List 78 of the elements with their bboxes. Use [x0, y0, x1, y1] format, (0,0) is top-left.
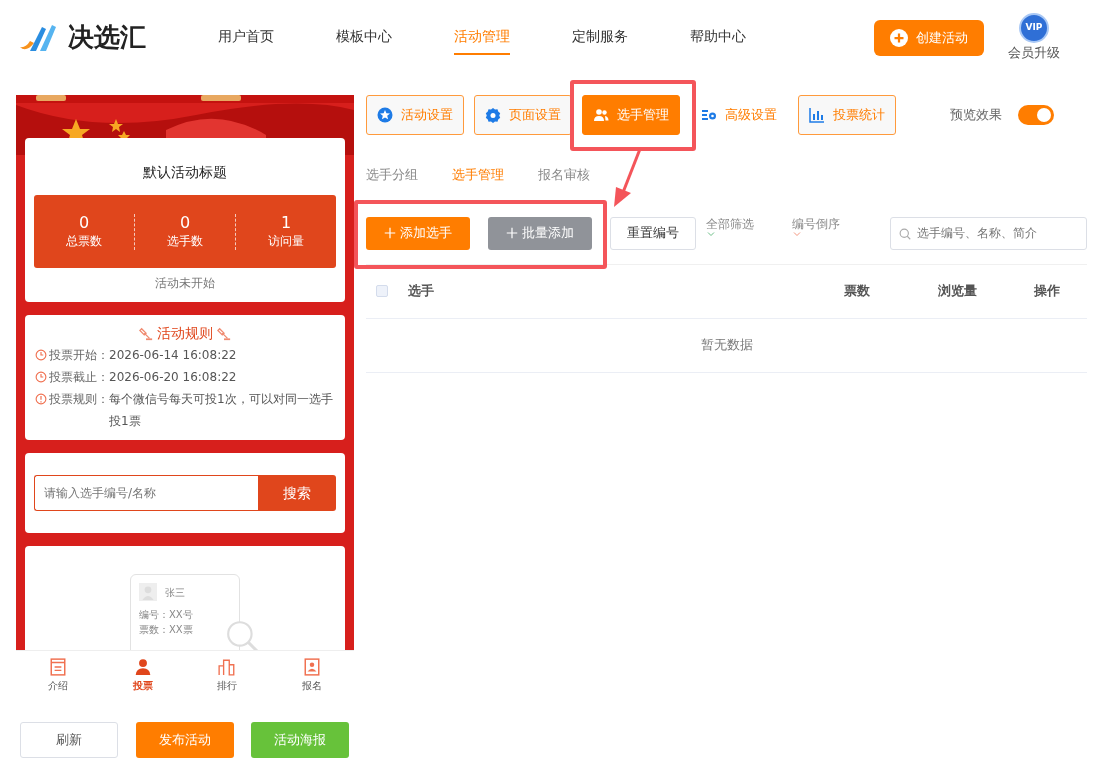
sub-tab[interactable]: 选手管理	[452, 165, 504, 185]
gavel-icon	[217, 326, 231, 341]
action-button[interactable]: 发布活动	[135, 722, 234, 758]
sub-tab[interactable]: 报名审核	[538, 165, 590, 185]
star-icon	[377, 107, 393, 123]
bottom-nav-item[interactable]: 介绍	[16, 658, 101, 693]
activity-title: 默认活动标题	[142, 163, 228, 182]
filter-dropdown[interactable]: 编号倒序	[792, 216, 840, 239]
settings-tab[interactable]: 活动设置	[366, 95, 464, 135]
stat-value: 1	[279, 213, 293, 232]
settings-tab[interactable]: 高级设置	[690, 95, 788, 135]
nav-link[interactable]: 活动管理	[454, 20, 510, 55]
bottom-nav-item[interactable]: 报名	[269, 658, 354, 693]
column-header: 操作	[1033, 282, 1061, 301]
add-button[interactable]: 添加选手	[366, 216, 470, 250]
rule-label: 投票截止：	[49, 369, 109, 386]
empty-row: 暂无数据	[366, 318, 1087, 373]
avatar-icon	[139, 583, 157, 601]
bottom-nav-item[interactable]: 排行	[185, 658, 270, 693]
plus-icon	[384, 227, 396, 239]
add-button[interactable]: 批量添加	[488, 216, 592, 250]
column-header: 票数	[843, 282, 871, 301]
stat-label: 总票数	[65, 232, 103, 250]
plus-icon	[890, 28, 908, 47]
nav-link[interactable]: 用户首页	[218, 20, 274, 55]
gear-icon	[485, 107, 501, 123]
nav-link[interactable]: 定制服务	[572, 20, 628, 55]
settings-icon	[701, 107, 717, 123]
column-header: 浏览量	[936, 282, 978, 301]
rule-value: 每个微信号每天可投1次，可以对同一选手投1票	[109, 391, 334, 430]
search-field[interactable]: 请输入选手编号/名称	[34, 475, 258, 511]
checkbox[interactable]	[376, 285, 388, 297]
column-header: 选手	[408, 282, 435, 301]
stat-label: 选手数	[166, 232, 204, 250]
alert-icon	[35, 393, 47, 405]
caret-icon	[706, 230, 716, 239]
sample-number: 编号：XX号	[139, 608, 194, 622]
toggle-label: 预览效果	[950, 106, 1002, 125]
users-icon	[593, 107, 609, 123]
sub-tab[interactable]: 选手分组	[366, 165, 418, 185]
filter-dropdown[interactable]: 全部筛选	[706, 216, 754, 239]
rule-value: 2026-06-20 16:08:22	[109, 369, 237, 386]
settings-tab[interactable]: 投票统计	[798, 95, 896, 135]
bar-chart-icon	[218, 658, 237, 676]
person-icon	[133, 658, 152, 676]
settings-tab[interactable]: 页面设置	[474, 95, 572, 135]
vip-badge[interactable]: VIP	[1019, 12, 1049, 43]
search-button[interactable]: 搜索	[258, 475, 336, 511]
search-icon	[899, 227, 911, 240]
clock-icon	[35, 371, 47, 383]
logo-text: 决选汇	[68, 21, 146, 54]
id-badge-icon	[302, 658, 321, 676]
rule-value: 2026-06-14 16:08:22	[109, 347, 237, 364]
bar-chart-icon	[809, 107, 825, 123]
plus-icon	[506, 227, 518, 239]
rules-title: 活动规则	[157, 324, 213, 343]
sample-votes: 票数：XX票	[139, 623, 194, 637]
rule-label: 投票开始：	[49, 347, 109, 364]
preview-toggle[interactable]	[1018, 105, 1054, 125]
clock-icon	[35, 349, 47, 361]
status-text: 活动未开始	[154, 275, 216, 292]
create-button[interactable]: 创建活动	[874, 19, 984, 56]
action-button[interactable]: 刷新	[20, 722, 118, 758]
vip-label[interactable]: 会员升级	[1008, 42, 1060, 63]
nav-link[interactable]: 帮助中心	[690, 20, 746, 55]
stat-label: 访问量	[267, 232, 305, 250]
bottom-nav-item[interactable]: 投票	[100, 658, 185, 693]
stat-value: 0	[77, 213, 91, 232]
action-button[interactable]: 活动海报	[251, 722, 349, 758]
settings-tab[interactable]: 选手管理	[582, 95, 680, 135]
rule-label: 投票规则：	[49, 391, 109, 408]
stat-value: 0	[178, 213, 192, 232]
gavel-icon	[139, 326, 153, 341]
document-icon	[49, 658, 68, 676]
reset-button[interactable]: 重置编号	[610, 216, 696, 250]
sample-name: 张三	[165, 585, 185, 600]
nav-link[interactable]: 模板中心	[336, 20, 392, 55]
caret-icon	[792, 230, 802, 239]
